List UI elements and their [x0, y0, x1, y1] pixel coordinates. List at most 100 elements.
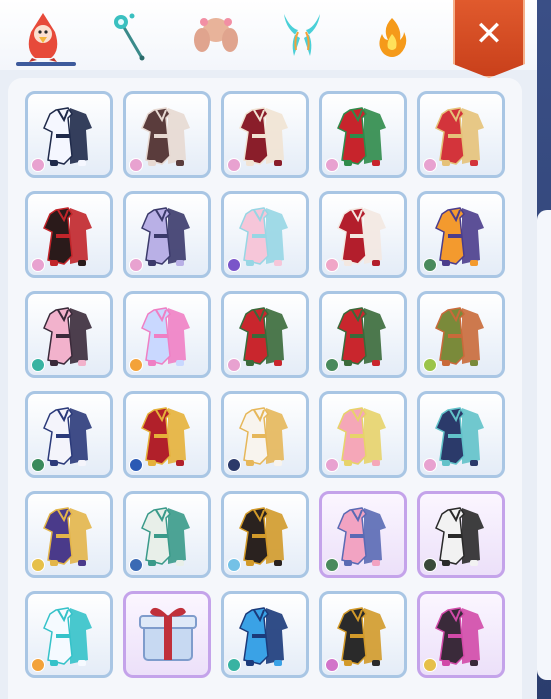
outfit-icon: [435, 107, 484, 166]
dye-palette-icon: [325, 658, 339, 672]
dye-palette-icon: [31, 358, 45, 372]
dye-palette-icon: [31, 158, 45, 172]
side-panel-edge: [537, 0, 551, 699]
outfit-grid: [25, 91, 513, 678]
dye-palette-icon: [227, 558, 241, 572]
orange-witch-outfit[interactable]: [417, 191, 505, 278]
pink-magic-outfit[interactable]: [221, 191, 309, 278]
fire-effect-icon: [379, 18, 407, 57]
outfit-icon: [435, 607, 484, 666]
outfit-icon: [43, 407, 92, 466]
outfit-icon: [239, 407, 288, 466]
tab-outfit[interactable]: [13, 8, 76, 66]
crimson-kimono-outfit[interactable]: [221, 91, 309, 178]
red-green-outfit[interactable]: [319, 91, 407, 178]
black-gold-armor[interactable]: [319, 591, 407, 678]
wings-icon: [284, 14, 320, 56]
outfit-icon: [239, 207, 288, 266]
tab-wand[interactable]: [100, 8, 160, 64]
black-red-dress[interactable]: [25, 191, 113, 278]
dye-palette-icon: [423, 258, 437, 272]
white-navy-outfit[interactable]: [25, 91, 113, 178]
dye-palette-icon: [423, 158, 437, 172]
dye-palette-icon: [227, 158, 241, 172]
outfit-icon: [337, 407, 386, 466]
black-gold-outfit[interactable]: [221, 491, 309, 578]
tab-hair[interactable]: [186, 8, 246, 64]
dye-palette-icon: [227, 358, 241, 372]
outfit-icon: [43, 207, 92, 266]
dye-palette-icon: [31, 658, 45, 672]
outfit-icon: [435, 407, 484, 466]
outfit-icon: [43, 107, 92, 166]
dye-palette-icon: [423, 358, 437, 372]
outfit-icon: [141, 207, 190, 266]
dye-palette-icon: [129, 458, 143, 472]
pastel-pink-dress[interactable]: [319, 491, 407, 578]
outfit-icon: [141, 507, 190, 566]
bird-costume-icon: [28, 13, 58, 62]
blue-bunny-outfit[interactable]: [123, 291, 211, 378]
red-hood-outfit[interactable]: [319, 191, 407, 278]
dye-palette-icon: [325, 458, 339, 472]
dye-palette-icon: [325, 358, 339, 372]
white-teal-uniform[interactable]: [25, 591, 113, 678]
navy-teal-outfit[interactable]: [417, 391, 505, 478]
dye-palette-icon: [325, 558, 339, 572]
dye-palette-icon: [227, 658, 241, 672]
outfit-icon: [141, 307, 190, 366]
close-button[interactable]: ✕: [453, 0, 525, 78]
tab-wings[interactable]: [272, 8, 332, 64]
dye-palette-icon: [129, 258, 143, 272]
wardrobe-panel: [8, 78, 522, 699]
dye-palette-icon: [129, 558, 143, 572]
outfit-icon: [141, 407, 190, 466]
wand-icon: [114, 13, 145, 61]
dye-palette-icon: [227, 458, 241, 472]
crimson-dragon-outfit[interactable]: [123, 391, 211, 478]
red-armor-outfit[interactable]: [221, 291, 309, 378]
red-armor-outfit-2[interactable]: [319, 291, 407, 378]
lavender-mech-outfit[interactable]: [123, 191, 211, 278]
outfit-icon: [239, 607, 288, 666]
dye-palette-icon: [129, 358, 143, 372]
outfit-icon: [43, 607, 92, 666]
pink-idol-dress[interactable]: [319, 391, 407, 478]
violet-gold-armor[interactable]: [25, 491, 113, 578]
brown-coat-outfit[interactable]: [123, 91, 211, 178]
hair-icon: [194, 18, 238, 52]
dye-palette-icon: [325, 158, 339, 172]
side-panel-notch: [537, 210, 551, 680]
dye-palette-icon: [325, 258, 339, 272]
outfit-icon: [141, 107, 190, 166]
dye-palette-icon: [31, 258, 45, 272]
mystery-gift-box[interactable]: [123, 591, 211, 678]
outfit-icon: [435, 207, 484, 266]
pink-hoodie-outfit[interactable]: [25, 291, 113, 378]
outfit-icon: [43, 507, 92, 566]
white-teal-armor[interactable]: [123, 491, 211, 578]
blue-sport-outfit[interactable]: [221, 591, 309, 678]
tab-effect[interactable]: [362, 8, 422, 64]
outfit-icon: [43, 307, 92, 366]
outfit-icon: [239, 107, 288, 166]
dye-palette-icon: [423, 458, 437, 472]
panda-outfit[interactable]: [417, 491, 505, 578]
dye-palette-icon: [31, 558, 45, 572]
outfit-icon: [435, 507, 484, 566]
outfit-icon: [337, 507, 386, 566]
gift-box-icon: [139, 607, 197, 661]
outfit-icon: [337, 207, 386, 266]
black-magenta-outfit[interactable]: [417, 591, 505, 678]
dye-palette-icon: [31, 458, 45, 472]
red-gold-outfit[interactable]: [417, 91, 505, 178]
outfit-icon: [337, 607, 386, 666]
white-blue-robe[interactable]: [25, 391, 113, 478]
outfit-icon: [435, 307, 484, 366]
dye-palette-icon: [129, 158, 143, 172]
outfit-icon: [239, 307, 288, 366]
white-gold-dress[interactable]: [221, 391, 309, 478]
outfit-icon: [337, 107, 386, 166]
outfit-icon: [337, 307, 386, 366]
forest-gown-outfit[interactable]: [417, 291, 505, 378]
